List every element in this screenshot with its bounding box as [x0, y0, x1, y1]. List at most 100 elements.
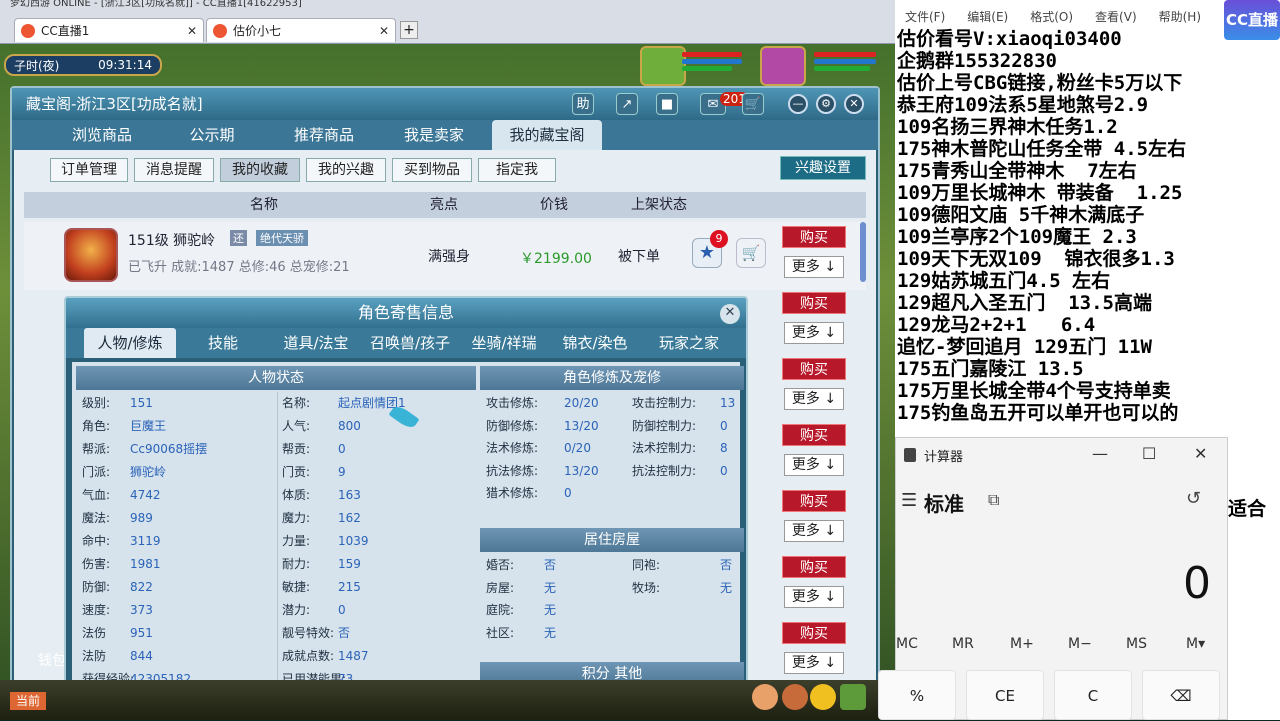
history-icon[interactable]: ↺: [1186, 488, 1201, 509]
listing-desc: 已飞升 成就:1487 总修:46 总宠修:21: [128, 260, 350, 275]
tab-character[interactable]: 人物/修炼: [84, 328, 176, 358]
status-section-header: 人物状态: [76, 366, 476, 390]
more-button[interactable]: 更多 ↓: [784, 520, 844, 542]
notepad-line: 109兰亭序2个109魔王 2.3: [897, 226, 1137, 248]
more-button[interactable]: 更多 ↓: [784, 586, 844, 608]
stat-label: 力量:: [282, 534, 311, 548]
tab-recommended[interactable]: 推荐商品: [274, 120, 374, 150]
more-button[interactable]: 更多 ↓: [784, 256, 844, 278]
menu-edit[interactable]: 编辑(E): [967, 8, 1008, 26]
more-button[interactable]: 更多 ↓: [784, 454, 844, 476]
peach-icon[interactable]: [752, 684, 778, 710]
notepad-line: 175万里长城全带4个号支持单卖: [897, 380, 1171, 402]
current-channel-label[interactable]: 当前: [10, 692, 46, 710]
memory-recall-button[interactable]: MR: [952, 636, 974, 652]
buy-button[interactable]: 购买: [782, 424, 846, 446]
memory-clear-button[interactable]: MC: [896, 636, 918, 652]
tab-skills[interactable]: 技能: [184, 328, 262, 358]
tab-estimator[interactable]: 估价小七 ✕: [206, 18, 396, 42]
buy-button[interactable]: 购买: [782, 358, 846, 380]
more-button[interactable]: 更多 ↓: [784, 322, 844, 344]
cultivation-section-header: 角色修炼及宠修: [480, 366, 744, 390]
backspace-button[interactable]: ⌫: [1142, 670, 1220, 720]
share-icon[interactable]: ↗: [616, 93, 638, 115]
close-icon[interactable]: ✕: [720, 304, 740, 324]
menu-format[interactable]: 格式(O): [1030, 8, 1073, 26]
percent-button[interactable]: %: [878, 670, 956, 720]
stat-value: 无: [544, 580, 557, 595]
clear-button[interactable]: C: [1054, 670, 1132, 720]
settings-icon[interactable]: ⚙: [816, 94, 836, 114]
player-portrait[interactable]: [760, 46, 806, 86]
buy-button[interactable]: 购买: [782, 490, 846, 512]
smiley-icon[interactable]: [810, 684, 836, 710]
close-icon[interactable]: ✕: [187, 24, 197, 38]
tab-pets[interactable]: 召唤兽/孩子: [364, 328, 456, 358]
stop-icon[interactable]: ■: [656, 93, 678, 115]
maximize-icon[interactable]: ☐: [1142, 444, 1156, 463]
system-icon[interactable]: [840, 684, 866, 710]
notepad-text[interactable]: 估价看号V:xiaoqi03400 企鹅群155322830 估价上号CBG链接,粉…: [897, 28, 1277, 424]
keep-on-top-icon[interactable]: ⧉: [988, 490, 999, 510]
tab-seller[interactable]: 我是卖家: [384, 120, 484, 150]
tab-outfits[interactable]: 锦衣/染色: [552, 328, 638, 358]
menu-help[interactable]: 帮助(H): [1159, 8, 1201, 26]
listing-name[interactable]: 151级 狮驼岭: [128, 230, 215, 250]
minimize-icon[interactable]: —: [1092, 444, 1108, 463]
help-button[interactable]: 助: [572, 93, 594, 115]
stat-label: 角色:: [82, 419, 111, 433]
menu-file[interactable]: 文件(F): [905, 8, 945, 26]
calculator-mode: 标准: [924, 492, 964, 516]
close-icon[interactable]: ✕: [379, 24, 389, 38]
tab-items[interactable]: 道具/法宝: [270, 328, 362, 358]
pet-status-bars: [682, 50, 748, 82]
menu-view[interactable]: 查看(V): [1095, 8, 1137, 26]
stat-row: 级别: 151: [82, 392, 282, 415]
subtab-favorites[interactable]: 我的收藏: [220, 158, 300, 182]
pet-portrait[interactable]: [640, 46, 686, 86]
table-row[interactable]: 151级 狮驼岭 还 绝代天骄 已飞升 成就:1487 总修:46 总宠修:21…: [24, 222, 866, 290]
stat-row: 耐力: 159: [282, 553, 472, 576]
subtab-purchased[interactable]: 买到物品: [392, 158, 472, 182]
memory-subtract-button[interactable]: M−: [1068, 636, 1092, 652]
close-icon[interactable]: ✕: [844, 94, 864, 114]
new-tab-button[interactable]: +: [400, 21, 418, 39]
clear-entry-button[interactable]: CE: [966, 670, 1044, 720]
stat-value: 4742: [130, 488, 161, 502]
tab-cc-live[interactable]: CC直播1 ✕: [14, 18, 204, 42]
buy-button[interactable]: 购买: [782, 622, 846, 644]
tab-mounts[interactable]: 坐骑/祥瑞: [458, 328, 550, 358]
stat-value: 989: [130, 511, 153, 525]
tab-publicity[interactable]: 公示期: [162, 120, 262, 150]
memory-list-button[interactable]: M▾: [1186, 636, 1205, 652]
tab-my-shop[interactable]: 我的藏宝阁: [492, 120, 602, 150]
more-button[interactable]: 更多 ↓: [784, 388, 844, 410]
tab-home[interactable]: 玩家之家: [644, 328, 734, 358]
stat-row: 法术修炼: 0/20 法术控制力: 8: [486, 437, 740, 460]
hamburger-menu-icon[interactable]: ☰: [901, 490, 917, 511]
stat-value: 狮驼岭: [130, 465, 167, 479]
subtab-assigned[interactable]: 指定我: [478, 158, 556, 182]
subtab-messages[interactable]: 消息提醒: [134, 158, 214, 182]
minimize-icon[interactable]: —: [788, 94, 808, 114]
stat-label: 速度:: [82, 603, 111, 617]
buy-button[interactable]: 购买: [782, 226, 846, 248]
stat-row: 魔力: 162: [282, 507, 472, 530]
interest-settings-button[interactable]: 兴趣设置: [780, 156, 866, 180]
buy-button[interactable]: 购买: [782, 292, 846, 314]
close-icon[interactable]: ✕: [1194, 444, 1207, 463]
more-button[interactable]: 更多 ↓: [784, 652, 844, 674]
stat-label: 房屋:: [486, 580, 515, 595]
cc-favicon-icon: [213, 23, 227, 38]
memory-add-button[interactable]: M+: [1010, 636, 1034, 652]
basket-icon[interactable]: [782, 684, 808, 710]
subtab-interests[interactable]: 我的兴趣: [306, 158, 386, 182]
buy-button[interactable]: 购买: [782, 556, 846, 578]
subtab-orders[interactable]: 订单管理: [50, 158, 128, 182]
tab-browse[interactable]: 浏览商品: [48, 120, 156, 150]
cart-icon[interactable]: 🛒: [742, 93, 764, 115]
character-avatar[interactable]: [64, 228, 118, 282]
scrollbar[interactable]: [860, 222, 866, 282]
memory-store-button[interactable]: MS: [1126, 636, 1147, 652]
cart-icon[interactable]: 🛒: [736, 238, 766, 268]
